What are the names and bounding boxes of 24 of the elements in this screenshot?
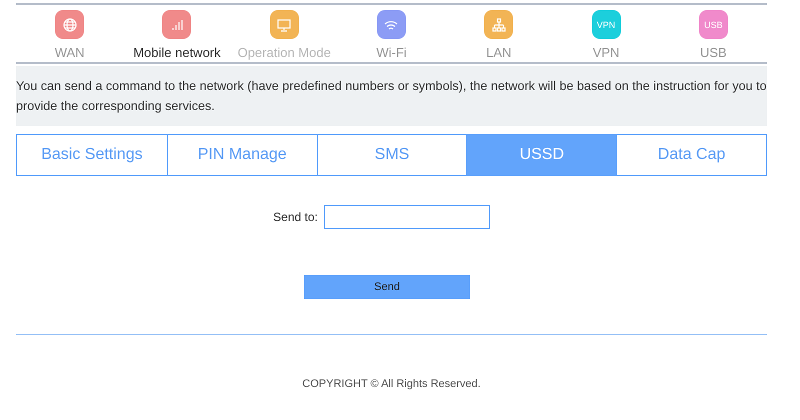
tab[interactable]: SMS [316, 135, 466, 175]
copyright-text: COPYRIGHT © All Rights Reserved. [301, 378, 482, 390]
nav-icon-tile[interactable]: USB [698, 10, 728, 39]
nav-item[interactable]: VPN [592, 45, 620, 60]
globe-icon [62, 16, 78, 32]
nav-icon-tile[interactable] [484, 10, 514, 39]
icon-label: USB [704, 20, 723, 30]
nav-item[interactable]: USB [700, 45, 727, 60]
nav-item[interactable]: Wi-Fi [376, 45, 407, 60]
icon-label: VPN [596, 20, 616, 30]
send-to-label: Send to: [273, 210, 318, 224]
network-tree-icon [490, 16, 507, 32]
nav-icon-tile[interactable] [162, 10, 192, 39]
description-text: You can send a command to the network (have predefined numbers or symbols), the network will be based on the instruction for you to provide the corresponding services. [16, 66, 767, 126]
nav-icon-tile[interactable] [376, 10, 406, 39]
monitor-icon [276, 16, 292, 32]
tab[interactable]: USSD [466, 135, 616, 175]
nav-icon-tile[interactable]: VPN [592, 10, 621, 39]
nav-item[interactable]: LAN [486, 45, 512, 60]
nav-item[interactable]: WAN [54, 45, 85, 60]
send-button[interactable]: Send [304, 275, 470, 299]
nav-item[interactable]: Mobile network [133, 45, 221, 60]
nav-icon-tile[interactable] [55, 10, 84, 39]
input-field[interactable] [324, 205, 490, 229]
